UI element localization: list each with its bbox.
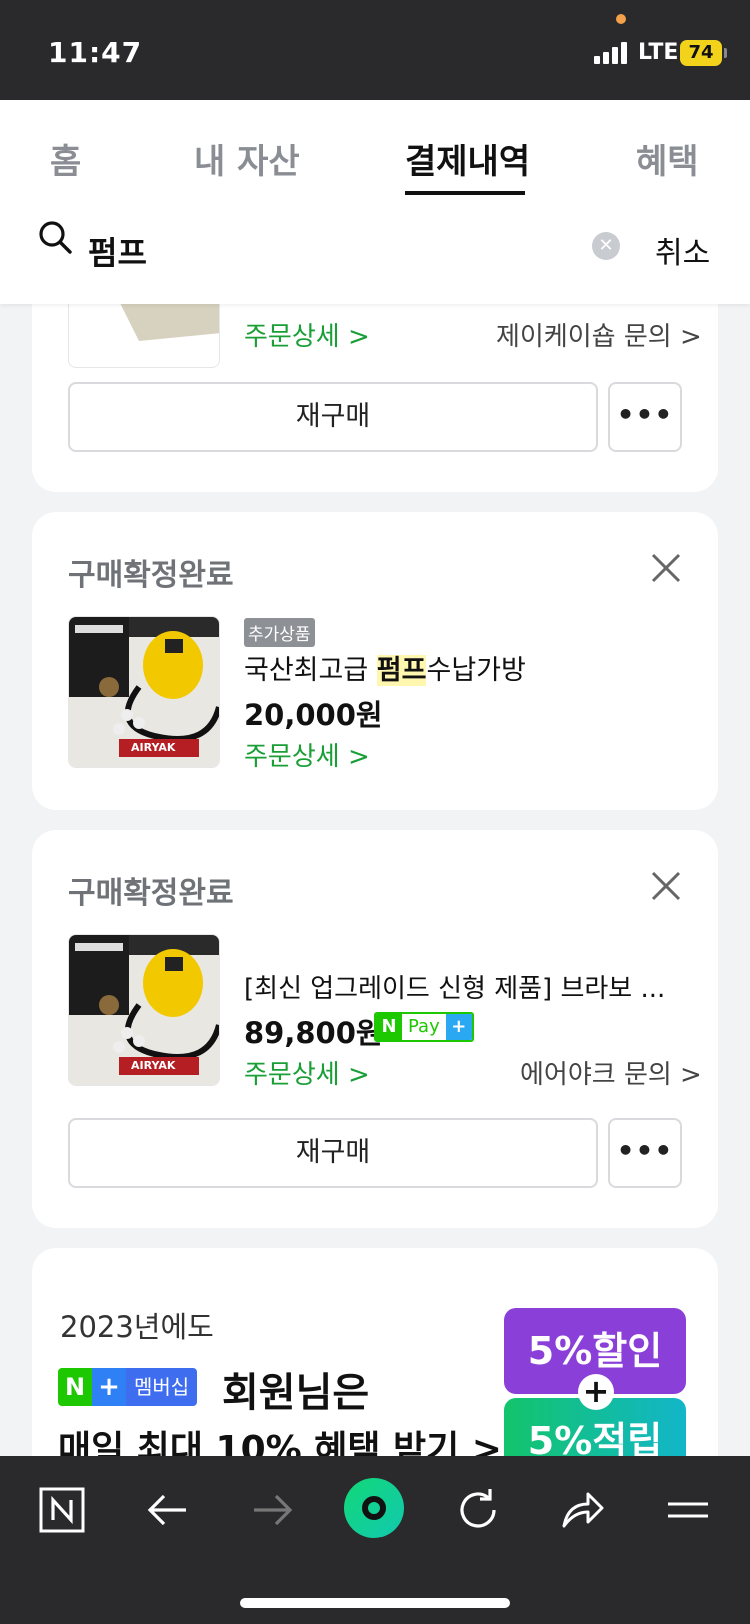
product-name[interactable]: 국산최고급 펌프수납가방 xyxy=(244,648,526,687)
rebuy-button[interactable]: 재구매 xyxy=(68,1118,598,1188)
membership-n-mark: N xyxy=(58,1368,92,1406)
search-highlight: 펌프 xyxy=(376,655,427,686)
promo-member-text: 회원님은 xyxy=(222,1370,370,1416)
tab-benefits[interactable]: 혜택 xyxy=(636,134,699,183)
membership-plus-mark: + xyxy=(92,1368,126,1406)
order-detail-link[interactable]: 주문상세 > xyxy=(244,316,370,353)
order-status: 구매확정완료 xyxy=(68,558,234,593)
order-card: 구매확정완료 AIRYAK 추가상품 국산최고급 펌프수납가방 20,000원 … xyxy=(32,512,718,810)
active-tab-indicator xyxy=(405,191,525,195)
menu-icon[interactable] xyxy=(664,1486,712,1534)
status-time: 11:47 xyxy=(48,36,143,69)
npay-plus-mark: + xyxy=(445,1014,472,1040)
order-card: 구매확정완료 AIRYAK [최신 업그레이드 신형 제품] 브라보 ... 8… xyxy=(32,830,718,1228)
more-options-button[interactable]: ••• xyxy=(608,382,682,452)
cancel-search-button[interactable]: 취소 xyxy=(655,228,710,272)
promo-year-text: 2023년에도 xyxy=(60,1310,214,1344)
rebuy-button[interactable]: 재구매 xyxy=(68,382,598,452)
header: 홈 내 자산 결제내역 혜택 펌프 ✕ 취소 xyxy=(0,100,750,304)
order-detail-link[interactable]: 주문상세 > xyxy=(244,736,370,773)
product-name-part: 국산최고급 xyxy=(244,655,377,686)
order-status: 구매확정완료 xyxy=(68,876,234,911)
npay-plus-badge: N Pay + xyxy=(374,1012,474,1042)
signal-icon xyxy=(594,42,630,64)
tab-bar: 홈 내 자산 결제내역 혜택 xyxy=(0,100,750,200)
home-indicator[interactable] xyxy=(240,1598,510,1608)
additional-item-badge: 추가상품 xyxy=(244,618,315,647)
tab-my-assets[interactable]: 내 자산 xyxy=(194,134,300,183)
product-thumbnail[interactable]: AIRYAK xyxy=(68,616,220,768)
product-thumbnail[interactable]: AIRYAK xyxy=(68,934,220,1086)
product-name[interactable]: [최신 업그레이드 신형 제품] 브라보 ... xyxy=(244,968,665,1005)
clear-search-icon[interactable]: ✕ xyxy=(592,232,620,260)
product-name-part: 수납가방 xyxy=(426,655,526,686)
more-options-button[interactable]: ••• xyxy=(608,1118,682,1188)
thumb-brand-text: AIRYAK xyxy=(131,741,176,754)
close-icon[interactable] xyxy=(650,870,682,902)
green-dot-home-icon[interactable] xyxy=(342,1476,406,1540)
battery-icon: 74 xyxy=(680,40,727,66)
seller-inquiry-link[interactable]: 에어야크 문의 > xyxy=(520,1054,702,1091)
plus-circle-icon: + xyxy=(578,1374,614,1410)
npay-label: Pay xyxy=(408,1016,440,1037)
search-input[interactable]: 펌프 xyxy=(88,228,147,274)
thumb-brand-text: AIRYAK xyxy=(131,1059,176,1072)
naver-membership-badge: N + 멤버십 xyxy=(58,1368,198,1406)
naver-home-icon[interactable] xyxy=(38,1486,86,1534)
tab-payment-history[interactable]: 결제내역 xyxy=(405,134,530,183)
search-icon xyxy=(39,221,72,254)
status-bar: 11:47 LTE 74 xyxy=(0,0,750,100)
seller-inquiry-link[interactable]: 제이케이숍 문의 > xyxy=(496,316,702,353)
forward-arrow-icon[interactable] xyxy=(248,1486,296,1534)
membership-label: 멤버십 xyxy=(126,1368,198,1406)
close-icon[interactable] xyxy=(650,552,682,584)
back-arrow-icon[interactable] xyxy=(144,1486,192,1534)
order-detail-link[interactable]: 주문상세 > xyxy=(244,1054,370,1091)
network-label: LTE xyxy=(638,40,679,65)
privacy-indicator-dot xyxy=(616,14,626,24)
tab-home[interactable]: 홈 xyxy=(50,134,81,183)
share-icon[interactable] xyxy=(558,1486,606,1534)
product-price: 89,800원 xyxy=(244,1016,383,1050)
product-price: 20,000원 xyxy=(244,698,383,732)
npay-n-mark: N xyxy=(376,1014,402,1040)
refresh-icon[interactable] xyxy=(454,1486,502,1534)
